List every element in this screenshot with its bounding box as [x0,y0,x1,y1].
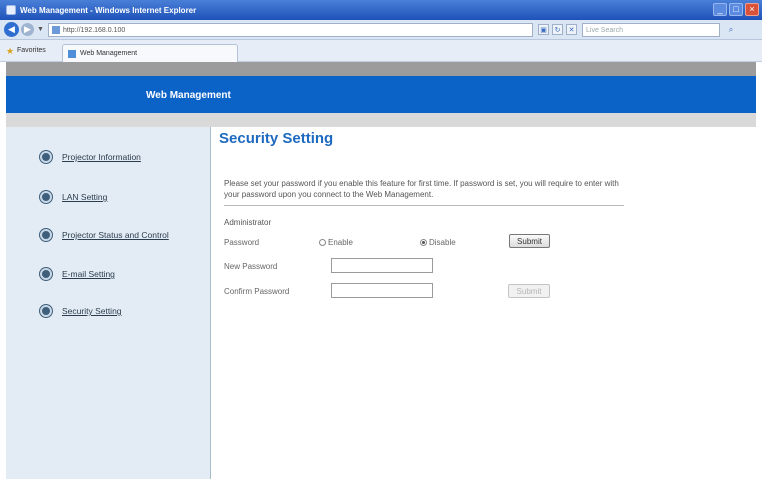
url-text: http://192.168.0.100 [63,26,126,34]
bullet-icon [40,229,52,241]
favorites-label[interactable]: Favorites [17,47,46,54]
window-titlebar: Web Management - Windows Internet Explor… [0,0,762,20]
bullet-icon [40,191,52,203]
sidebar-item-label[interactable]: E-mail Setting [62,269,115,279]
sidebar-item-label[interactable]: LAN Setting [62,192,107,202]
page-icon [52,26,60,34]
bullet-icon [40,151,52,163]
confirm-submit-button[interactable]: Submit [508,284,550,298]
sidebar-item-projector-information[interactable]: Projector Information [40,151,141,163]
divider [224,205,624,206]
browser-tab[interactable]: Web Management [62,44,238,62]
new-password-label: New Password [224,262,278,271]
address-tools: ▣ ↻ ✕ [538,24,577,35]
submit-button[interactable]: Submit [509,234,550,248]
sidebar: Projector Information LAN Setting Projec… [6,127,211,479]
tab-title: Web Management [80,50,138,57]
refresh-icon[interactable]: ↻ [552,24,563,35]
back-button[interactable]: ◀ [4,22,19,37]
window-title: Web Management - Windows Internet Explor… [20,5,197,15]
enable-radio-dot[interactable] [319,239,326,246]
sidebar-item-lan-setting[interactable]: LAN Setting [40,191,107,203]
stop-icon[interactable]: ✕ [566,24,577,35]
sidebar-item-email-setting[interactable]: E-mail Setting [40,268,115,280]
section-label: Administrator [224,218,272,227]
bullet-icon [40,268,52,280]
banner-title: Web Management [146,90,231,101]
favorites-bar: ★ Favorites Web Management [0,40,762,62]
tab-page-icon [68,49,76,58]
page-title: Security Setting [219,130,334,147]
enable-radio[interactable]: Enable [319,238,353,247]
compatibility-icon[interactable]: ▣ [538,24,549,35]
ie-app-icon [6,5,16,15]
disable-radio[interactable]: Disable [420,238,456,247]
url-input[interactable]: http://192.168.0.100 [48,23,533,37]
forward-button[interactable]: ▶ [21,23,34,36]
address-toolbar: ◀ ▶ ▼ http://192.168.0.100 ▣ ↻ ✕ Live Se… [0,20,762,40]
search-icon[interactable]: ⌕ [724,24,738,36]
search-placeholder: Live Search [586,26,623,34]
favorites-star-icon[interactable]: ★ [6,46,14,57]
enable-label: Enable [328,238,353,247]
bullet-icon [40,305,52,317]
banner: Web Management [6,76,756,113]
maximize-button[interactable]: □ [729,3,743,16]
sidebar-item-label[interactable]: Security Setting [62,306,122,316]
sidebar-item-security-setting[interactable]: Security Setting [40,305,122,317]
sidebar-item-label[interactable]: Projector Information [62,152,141,162]
top-strip [6,62,756,76]
history-dropdown-icon[interactable]: ▼ [37,26,44,33]
disable-label: Disable [429,238,456,247]
main-content: Security Setting Please set your passwor… [212,127,756,479]
confirm-password-input[interactable] [331,283,433,298]
separator-strip [6,113,756,127]
window-controls: _ □ × [713,3,759,16]
new-password-input[interactable] [331,258,433,273]
disable-radio-dot[interactable] [420,239,427,246]
search-input[interactable]: Live Search [582,23,720,37]
confirm-password-label: Confirm Password [224,287,290,296]
minimize-button[interactable]: _ [713,3,727,16]
sidebar-item-projector-status-control[interactable]: Projector Status and Control [40,229,169,241]
intro-text: Please set your password if you enable t… [224,179,619,199]
sidebar-item-label[interactable]: Projector Status and Control [62,230,169,240]
password-label: Password [224,238,260,247]
close-button[interactable]: × [745,3,759,16]
